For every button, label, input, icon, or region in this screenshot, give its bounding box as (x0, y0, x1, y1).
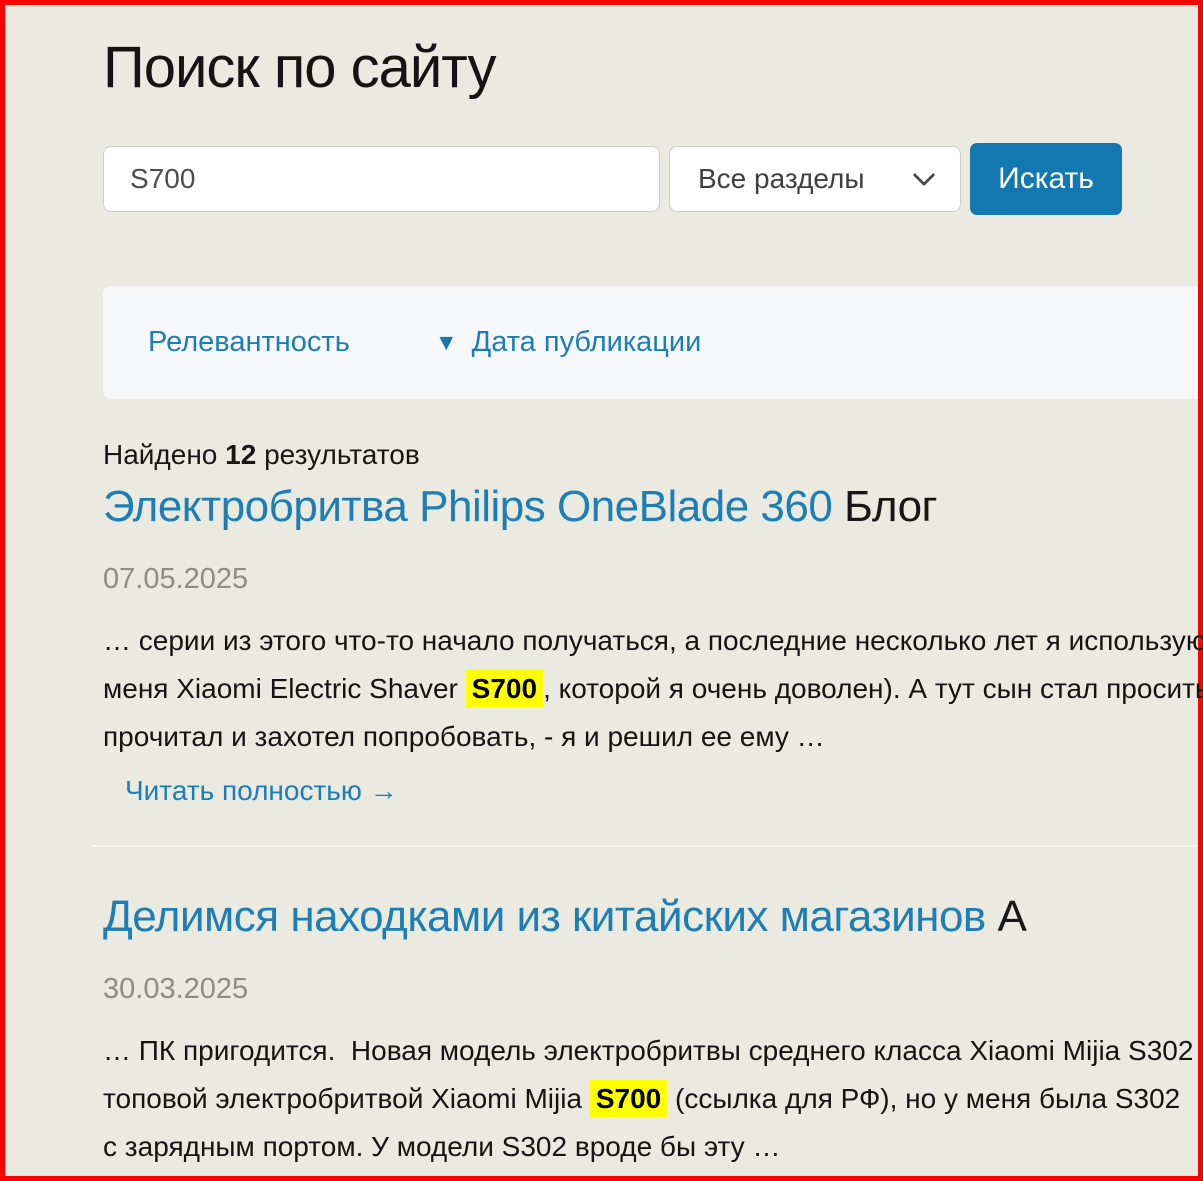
read-more-link[interactable]: Читать полностью → (125, 773, 398, 809)
sort-date-link[interactable]: ▼ Дата публикации (435, 326, 701, 359)
result-date: 30.03.2025 (103, 972, 1198, 1007)
result-category: Блог (832, 482, 937, 531)
snippet-text: , которой я очень доволен). А тут сын ст… (543, 673, 1203, 704)
results-count-suffix: результатов (256, 439, 419, 470)
page-title: Поиск по сайту (103, 33, 1198, 103)
result-title: Делимся находками из китайских магазинов… (103, 889, 1198, 944)
search-input[interactable] (103, 146, 660, 212)
section-select-value: Все разделы (698, 163, 865, 195)
snippet-line: топовой электробритвой Xiaomi Mijia S700… (103, 1075, 1198, 1123)
sort-bar: Релевантность ▼ Дата публикации (103, 286, 1198, 399)
sort-direction-down-icon: ▼ (435, 331, 458, 354)
snippet-text: (ссылка для РФ), но у меня была S302 (667, 1083, 1180, 1114)
snippet-line: прочитал и захотел попробовать, - я и ре… (103, 713, 1198, 761)
search-form: Все разделы Искать (103, 143, 1198, 215)
snippet-text: прочитал и захотел попробовать, - я и ре… (103, 721, 825, 752)
snippet-line: меня Xiaomi Electric Shaver S700, которо… (103, 665, 1198, 713)
result-snippet: … серии из этого что-то начало получатьс… (103, 617, 1198, 761)
result-snippet: … ПК пригодится. Новая модель электробри… (103, 1027, 1198, 1171)
result-title-link[interactable]: Электробритва Philips OneBlade 360 (103, 482, 832, 531)
search-button[interactable]: Искать (970, 143, 1122, 215)
results-count-number: 12 (225, 439, 256, 470)
result-date: 07.05.2025 (103, 562, 1198, 597)
result-title-link[interactable]: Делимся находками из китайских магазинов (103, 892, 986, 941)
result-divider (93, 845, 1198, 847)
results-count-prefix: Найдено (103, 439, 225, 470)
snippet-text: меня Xiaomi Electric Shaver (103, 673, 466, 704)
results-count: Найдено 12 результатов (103, 437, 1198, 473)
search-result: Электробритва Philips OneBlade 360 Блог … (103, 479, 1198, 809)
snippet-text: … серии из этого что-то начало получатьс… (103, 625, 1203, 656)
result-title: Электробритва Philips OneBlade 360 Блог (103, 479, 1198, 534)
search-result: Делимся находками из китайских магазинов… (103, 889, 1198, 1171)
highlighted-term: S700 (466, 670, 543, 707)
snippet-text: топовой электробритвой Xiaomi Mijia (103, 1083, 590, 1114)
section-select[interactable]: Все разделы (669, 146, 961, 212)
search-page: Поиск по сайту Все разделы Искать Релева… (5, 5, 1198, 1171)
sort-date-label: Дата публикации (472, 326, 702, 359)
result-category: А (986, 892, 1027, 941)
chevron-down-icon (913, 163, 936, 186)
snippet-text: … ПК пригодится. Новая модель электробри… (103, 1035, 1193, 1066)
snippet-line: с зарядным портом. У модели S302 вроде б… (103, 1123, 1198, 1171)
snippet-line: … серии из этого что-то начало получатьс… (103, 617, 1198, 665)
sort-relevance-link[interactable]: Релевантность (148, 326, 350, 359)
snippet-text: с зарядным портом. У модели S302 вроде б… (103, 1131, 780, 1162)
snippet-line: … ПК пригодится. Новая модель электробри… (103, 1027, 1198, 1075)
highlighted-term: S700 (590, 1080, 667, 1117)
